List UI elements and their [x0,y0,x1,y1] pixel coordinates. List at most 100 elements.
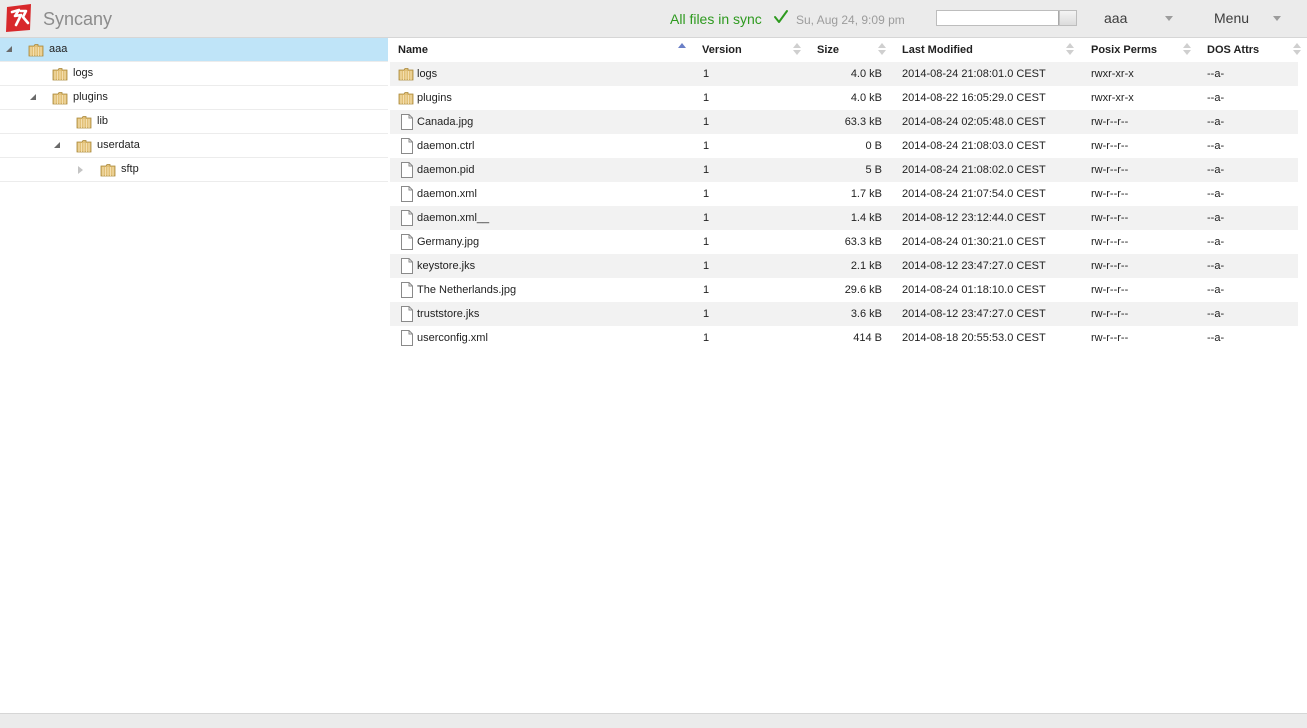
file-size: 0 B [865,140,882,152]
file-version: 1 [703,308,710,320]
file-version: 1 [703,140,710,152]
file-size: 3.6 kB [850,308,882,320]
tree-item-logs[interactable]: logs [0,62,388,86]
expanded-arrow-icon[interactable] [30,94,36,100]
file-icon [401,162,413,178]
file-icon [401,282,413,298]
file-icon [401,114,413,130]
status-bar [0,713,1307,728]
folder-select-dropdown[interactable]: aaa [1104,10,1176,28]
file-dos-attrs: --a- [1207,260,1225,272]
current-datetime: Su, Aug 24, 9:09 pm [796,13,905,27]
file-posix-perms: rw-r--r-- [1091,164,1129,176]
folder-icon [52,92,68,105]
progress-bar [936,10,1077,26]
table-row[interactable]: Canada.jpg 1 63.3 kB 2014-08-24 02:05:48.0 … [390,110,1298,134]
file-dos-attrs: --a- [1207,212,1225,224]
file-last-modified: 2014-08-22 16:05:29.0 CEST [902,92,1046,104]
tree-item-label: lib [97,115,109,127]
column-header-dos-attrs[interactable]: DOS Attrs [1207,44,1259,56]
file-icon [401,138,413,154]
sort-icon[interactable] [1066,42,1074,56]
file-dos-attrs: --a- [1207,188,1225,200]
sort-icon[interactable] [1293,42,1301,56]
column-header-posix-perms[interactable]: Posix Perms [1091,44,1157,56]
file-last-modified: 2014-08-24 02:05:48.0 CEST [902,116,1046,128]
sort-icon[interactable] [1183,42,1191,56]
file-name: daemon.xml__ [417,212,490,224]
file-icon [401,258,413,274]
file-name: truststore.jks [417,308,480,320]
file-posix-perms: rw-r--r-- [1091,236,1129,248]
file-icon [401,330,413,346]
file-dos-attrs: --a- [1207,116,1225,128]
table-row[interactable]: logs 1 4.0 kB 2014-08-24 21:08:01.0 CEST rwx… [390,62,1298,86]
file-posix-perms: rw-r--r-- [1091,284,1129,296]
collapsed-arrow-icon[interactable] [78,166,83,174]
sync-status-text: All files in sync [670,11,762,27]
syncany-logo-icon [6,4,31,32]
file-dos-attrs: --a- [1207,332,1225,344]
expanded-arrow-icon[interactable] [6,46,12,52]
column-header-size[interactable]: Size [817,44,839,56]
file-dos-attrs: --a- [1207,92,1225,104]
file-version: 1 [703,332,710,344]
file-size: 5 B [865,164,882,176]
table-row[interactable]: daemon.xml 1 1.7 kB 2014-08-24 21:07:54.0 C… [390,182,1298,206]
sort-ascending-icon[interactable] [678,42,686,56]
table-row[interactable]: userconfig.xml 1 414 B 2014-08-18 20:55:53.… [390,326,1298,350]
folder-icon [100,164,116,177]
file-version: 1 [703,92,710,104]
table-row[interactable]: plugins 1 4.0 kB 2014-08-22 16:05:29.0 CEST… [390,86,1298,110]
menu-dropdown[interactable]: Menu [1214,10,1284,28]
table-header: Name Version Size Last Modified Posix Perms D… [390,38,1301,62]
file-last-modified: 2014-08-24 21:08:01.0 CEST [902,68,1046,80]
column-header-version[interactable]: Version [702,44,742,56]
folder-icon [76,140,92,153]
expanded-arrow-icon[interactable] [54,142,60,148]
tree-item-label: logs [73,67,94,79]
file-last-modified: 2014-08-24 01:30:21.0 CEST [902,236,1046,248]
file-version: 1 [703,236,710,248]
column-header-last-modified[interactable]: Last Modified [902,44,973,56]
table-row[interactable]: keystore.jks 1 2.1 kB 2014-08-12 23:47:27.0… [390,254,1298,278]
tree-item-label: aaa [49,43,68,55]
file-version: 1 [703,284,710,296]
sort-icon[interactable] [793,42,801,56]
table-row[interactable]: daemon.ctrl 1 0 B 2014-08-24 21:08:03.0 CES… [390,134,1298,158]
file-posix-perms: rwxr-xr-x [1091,68,1134,80]
file-version: 1 [703,164,710,176]
file-icon [401,234,413,250]
file-dos-attrs: --a- [1207,164,1225,176]
table-row[interactable]: Germany.jpg 1 63.3 kB 2014-08-24 01:30:21.0… [390,230,1298,254]
file-size: 2.1 kB [850,260,882,272]
tree-item-aaa[interactable]: aaa [0,38,388,62]
file-name: userconfig.xml [417,332,488,344]
table-row[interactable]: daemon.pid 1 5 B 2014-08-24 21:08:02.0 CEST… [390,158,1298,182]
sort-icon[interactable] [878,42,886,56]
tree-item-sftp[interactable]: sftp [0,158,388,182]
folder-icon [398,92,414,105]
tree-item-lib[interactable]: lib [0,110,388,134]
table-row[interactable]: The Netherlands.jpg 1 29.6 kB 2014-08-24 01… [390,278,1298,302]
tree-item-plugins[interactable]: plugins [0,86,388,110]
file-posix-perms: rw-r--r-- [1091,140,1129,152]
file-last-modified: 2014-08-12 23:47:27.0 CEST [902,308,1046,320]
file-size: 414 B [853,332,882,344]
file-icon [401,306,413,322]
progress-fill [937,11,1060,25]
folder-icon [398,68,414,81]
file-last-modified: 2014-08-12 23:47:27.0 CEST [902,260,1046,272]
file-last-modified: 2014-08-24 21:08:03.0 CEST [902,140,1046,152]
file-size: 1.4 kB [850,212,882,224]
file-dos-attrs: --a- [1207,236,1225,248]
file-size: 1.7 kB [850,188,882,200]
table-row[interactable]: daemon.xml__ 1 1.4 kB 2014-08-12 23:12:44.0… [390,206,1298,230]
table-row[interactable]: truststore.jks 1 3.6 kB 2014-08-12 23:47:27… [390,302,1298,326]
tree-item-userdata[interactable]: userdata [0,134,388,158]
file-name: Germany.jpg [417,236,480,248]
column-header-name[interactable]: Name [398,44,428,56]
file-version: 1 [703,68,710,80]
file-icon [401,210,413,226]
app-title: Syncany [43,9,113,29]
